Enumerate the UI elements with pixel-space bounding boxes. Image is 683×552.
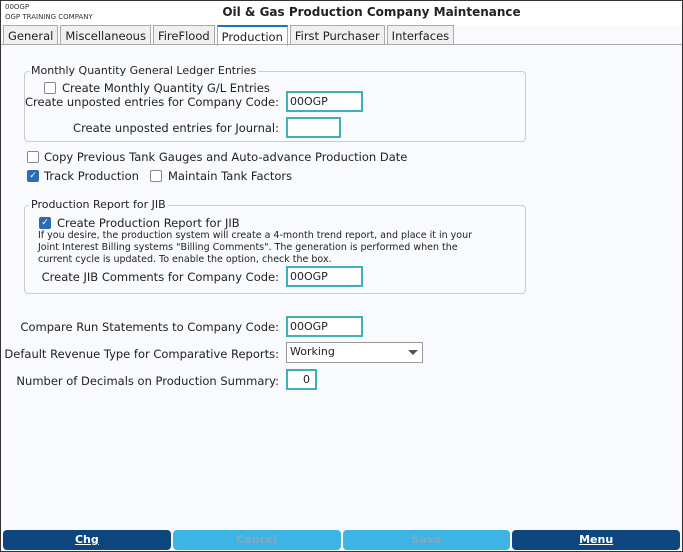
chg-button[interactable]: Chg	[3, 530, 171, 550]
compare-label: Compare Run Statements to Company Code:	[20, 320, 279, 334]
create-jib-checkbox[interactable]: ✓	[39, 217, 51, 229]
footer-toolbar: Chg Cancel Save Menu	[1, 528, 682, 552]
gl-company-input[interactable]: 00OGP	[286, 91, 363, 112]
revenue-type-select[interactable]: Working	[286, 342, 423, 363]
create-gl-label: Create Monthly Quantity G/L Entries	[62, 81, 270, 95]
jib-description: If you desire, the production system wil…	[38, 230, 472, 266]
tab-miscellaneous[interactable]: Miscellaneous	[60, 25, 151, 45]
track-production-checkbox[interactable]: ✓	[27, 170, 39, 182]
maintain-tank-factors-label: Maintain Tank Factors	[168, 169, 293, 183]
divider	[1, 44, 682, 45]
page-title: Oil & Gas Production Company Maintenance	[222, 5, 521, 19]
decimals-input[interactable]: 0	[286, 369, 317, 390]
tab-bar: General Miscellaneous FireFlood Producti…	[3, 25, 456, 46]
save-button[interactable]: Save	[342, 530, 511, 550]
compare-input[interactable]: 00OGP	[286, 316, 363, 337]
tab-first-purchaser[interactable]: First Purchaser	[289, 25, 385, 45]
chevron-down-icon[interactable]	[408, 350, 418, 355]
cancel-button[interactable]: Cancel	[172, 530, 341, 550]
create-jib-label: Create Production Report for JIB	[57, 216, 240, 230]
gl-legend: Monthly Quantity General Ledger Entries	[29, 64, 259, 77]
jib-desc-line: current cycle is updated. To enable the …	[38, 254, 332, 265]
maintain-tank-factors-checkbox[interactable]	[150, 170, 162, 182]
menu-button[interactable]: Menu	[512, 530, 680, 550]
jib-company-input[interactable]: 00OGP	[286, 266, 363, 287]
jib-company-label: Create JIB Comments for Company Code:	[41, 270, 279, 284]
create-gl-checkbox[interactable]	[44, 82, 56, 94]
copy-tank-gauges-label: Copy Previous Tank Gauges and Auto-advan…	[44, 150, 408, 164]
gl-journal-input[interactable]	[286, 117, 341, 138]
gl-company-label: Create unposted entries for Company Code…	[25, 95, 279, 109]
jib-desc-line: Joint Interest Billing systems "Billing …	[38, 242, 458, 253]
tab-interfaces[interactable]: Interfaces	[386, 25, 455, 45]
copy-tank-gauges-checkbox[interactable]	[27, 151, 39, 163]
track-production-label: Track Production	[44, 169, 139, 183]
revenue-type-value: Working	[290, 345, 335, 358]
header: 00OGP OGP TRAINING COMPANY Oil & Gas Pro…	[1, 1, 682, 25]
revenue-type-label: Default Revenue Type for Comparative Rep…	[4, 347, 279, 361]
tab-general[interactable]: General	[3, 25, 59, 45]
decimals-label: Number of Decimals on Production Summary…	[16, 374, 279, 388]
jib-desc-line: If you desire, the production system wil…	[38, 230, 473, 241]
window: 00OGP OGP TRAINING COMPANY Oil & Gas Pro…	[0, 0, 683, 552]
tab-fireflood[interactable]: FireFlood	[152, 25, 215, 45]
jib-legend: Production Report for JIB	[29, 198, 168, 211]
gl-journal-label: Create unposted entries for Journal:	[73, 121, 279, 135]
tab-production[interactable]: Production	[216, 25, 288, 46]
